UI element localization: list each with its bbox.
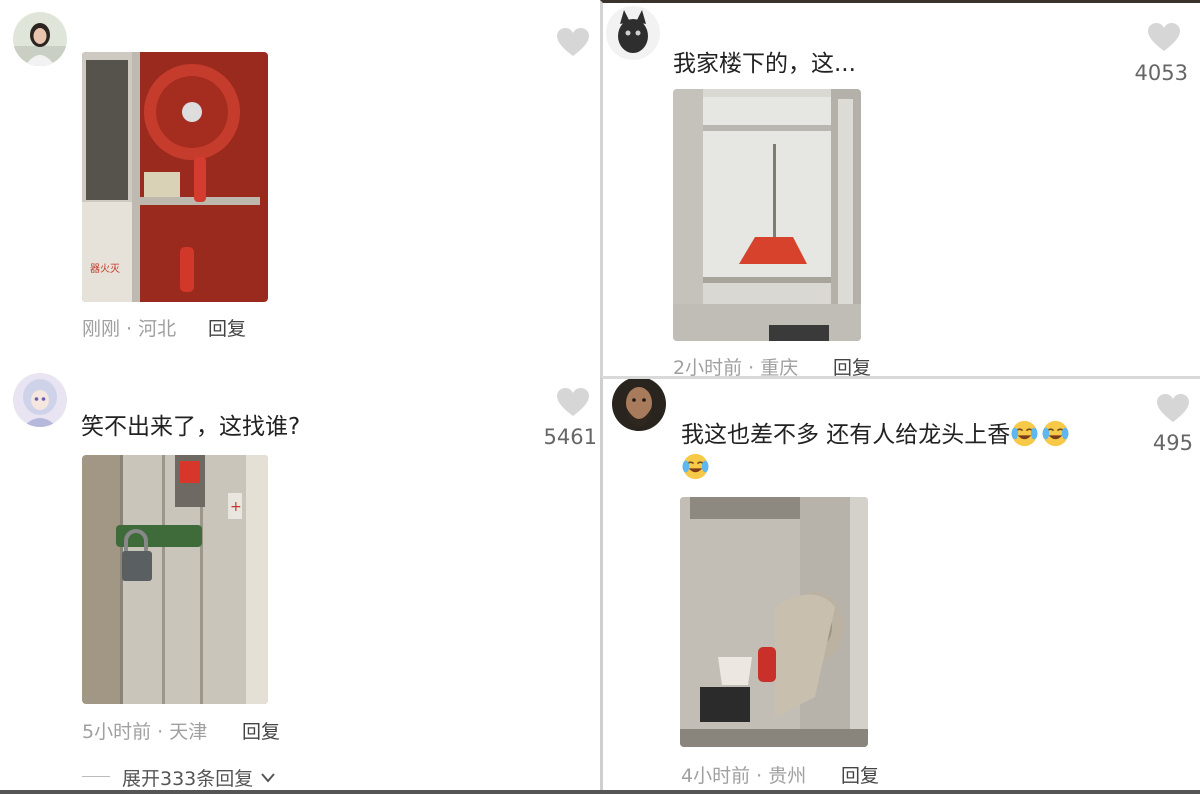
heart-icon[interactable] (1148, 23, 1180, 53)
cabinet-with-broom-photo-icon (673, 89, 861, 341)
svg-text:器火灭: 器火灭 (90, 263, 120, 275)
expand-replies-button[interactable]: 展开333条回复 (122, 764, 276, 791)
time-location: 刚刚 · 河北 (82, 318, 177, 340)
comment-text: 笑不出来了，这找谁? (81, 414, 301, 440)
expand-divider (82, 776, 110, 777)
comment-photo[interactable]: 器火灭 (82, 52, 268, 302)
dusty-hose-cabinet-photo-icon (680, 497, 868, 747)
crying-laughing-emoji-icon (1041, 419, 1070, 448)
reply-button[interactable]: 回复 (242, 717, 280, 744)
heart-icon[interactable] (1157, 394, 1189, 424)
chevron-down-icon (261, 773, 276, 783)
comment-text-continued (681, 452, 712, 483)
expand-label: 展开333条回复 (122, 768, 254, 790)
like-count: 5461 (543, 425, 597, 449)
time-location: 5小时前 · 天津 (82, 721, 208, 743)
locked-cabinet-photo-icon: + (82, 455, 268, 704)
comment-4: 我这也差不多 还有人给龙头上香 4小时前 · 贵州 回复 495 (600, 376, 1200, 794)
avatar-animal-icon (606, 6, 660, 60)
heart-icon[interactable] (557, 28, 589, 58)
crying-laughing-emoji-icon (681, 452, 710, 481)
comment-text-content: 我这也差不多 还有人给龙头上香 (681, 422, 1011, 448)
crying-laughing-emoji-icon (1010, 419, 1039, 448)
reply-button[interactable]: 回复 (833, 353, 871, 376)
svg-text:+: + (230, 499, 242, 515)
comment-2: 笑不出来了，这找谁? + 5小时前 · 天津 回复 5461 展开333条回复 (0, 372, 600, 794)
fire-hydrant-cabinet-photo-icon: 器火灭 (82, 52, 268, 302)
avatar[interactable] (13, 12, 67, 66)
comment-photo[interactable] (680, 497, 868, 747)
reply-button[interactable]: 回复 (208, 314, 246, 341)
comment-1: 器火灭 刚刚 · 河北 回复 (0, 0, 600, 372)
comment-photo[interactable]: + (82, 455, 268, 704)
time-location: 2小时前 · 重庆 (673, 357, 799, 376)
bottom-edge-bar (0, 790, 1200, 794)
avatar[interactable] (606, 6, 660, 60)
avatar[interactable] (612, 379, 666, 431)
comment-3: 我家楼下的，这... 2小时前 · 重庆 回复 4053 (600, 0, 1200, 376)
like-count: 4053 (1134, 61, 1188, 85)
like-count: 495 (1152, 431, 1193, 455)
avatar[interactable] (13, 373, 67, 427)
reply-button[interactable]: 回复 (841, 761, 879, 788)
avatar-anime-girl-icon (13, 373, 67, 427)
avatar-girl-photo-icon (13, 12, 67, 66)
comment-text: 我这也差不多 还有人给龙头上香 (681, 419, 1072, 450)
comment-text: 我家楼下的，这... (673, 51, 856, 77)
heart-icon[interactable] (557, 388, 589, 418)
time-location: 4小时前 · 贵州 (681, 765, 807, 787)
comment-photo[interactable] (673, 89, 861, 341)
avatar-bearded-man-icon (612, 379, 666, 431)
